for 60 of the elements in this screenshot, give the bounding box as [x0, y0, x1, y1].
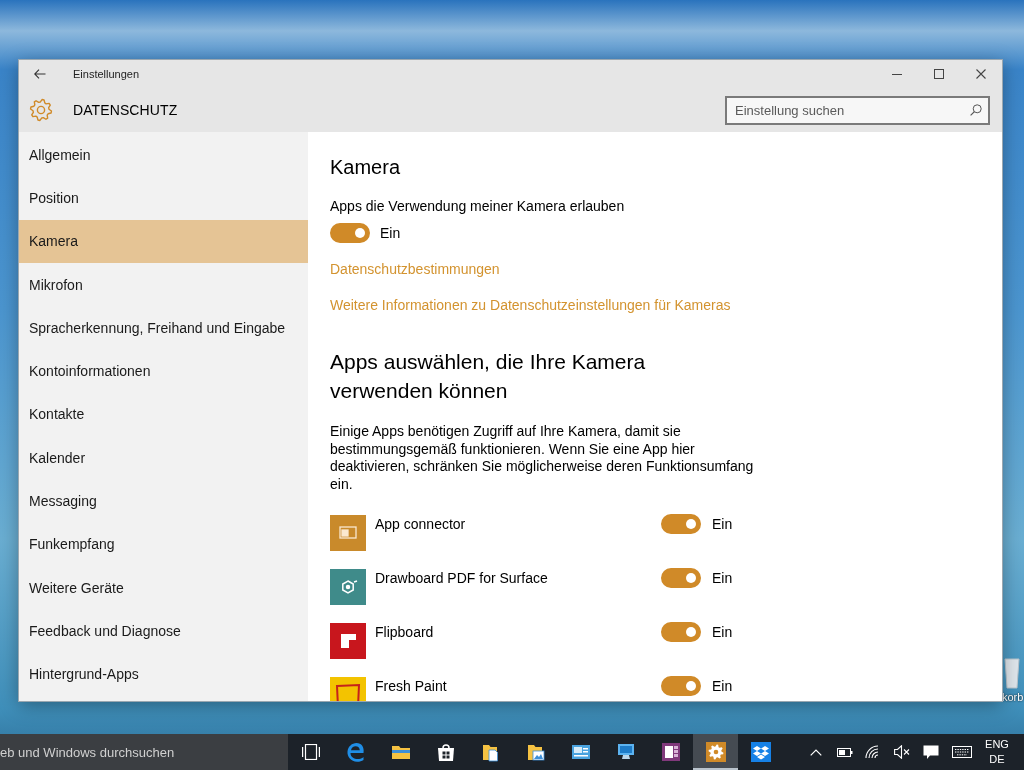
close-icon	[976, 69, 986, 79]
folder-picture-icon	[525, 742, 546, 762]
maximize-icon	[934, 69, 944, 79]
sidebar-item[interactable]: Allgemein	[19, 133, 308, 177]
setting-label: Apps die Verwendung meiner Kamera erlauben	[330, 197, 625, 216]
toggle-switch[interactable]	[661, 621, 701, 642]
app-name: Fresh Paint	[375, 676, 447, 696]
wifi-icon	[865, 745, 881, 759]
sidebar-item[interactable]: Hintergrund-Apps	[19, 652, 308, 696]
toggle-state-label: Ein	[380, 224, 401, 243]
toggle-state-label: Ein	[712, 514, 733, 534]
section-title: DATENSCHUTZ	[73, 102, 178, 118]
sidebar-item[interactable]: Kamera	[19, 219, 308, 263]
taskbar-search-field[interactable]: eb und Windows durchsuchen	[0, 734, 288, 770]
minimize-icon	[892, 73, 902, 75]
search-icon[interactable]	[970, 103, 982, 116]
toggle-switch[interactable]	[661, 567, 701, 588]
section-heading: Apps auswählen, die Ihre Kamera verwenden können	[330, 349, 647, 404]
sidebar-item[interactable]: Weitere Geräte	[19, 565, 308, 610]
muted-speaker-icon	[893, 745, 910, 759]
toggle-switch[interactable]	[661, 513, 701, 534]
keyboard-icon	[951, 746, 972, 758]
gear-icon	[705, 742, 726, 762]
app-name: Drawboard PDF for Surface	[375, 568, 548, 588]
toggle-state-label: Ein	[712, 676, 733, 696]
toggle-state-label: Ein	[712, 622, 733, 642]
folder-document-icon	[480, 742, 501, 762]
sidebar-item[interactable]: Messaging	[19, 479, 308, 523]
sidebar-item[interactable]: Kalender	[19, 436, 308, 480]
app-name: App connector	[375, 514, 466, 534]
window-title: Einstellungen	[73, 68, 140, 80]
box-logo-icon	[750, 742, 771, 762]
sidebar-item[interactable]: Position	[19, 176, 308, 220]
gear-icon	[29, 98, 53, 122]
shopping-bag-icon	[435, 742, 456, 762]
sidebar-item[interactable]: Funkempfang	[19, 522, 308, 566]
app-name: Flipboard	[375, 622, 434, 642]
taskbar-app-button[interactable]	[693, 734, 738, 770]
toggle-switch[interactable]	[330, 223, 370, 243]
toggle-state-label: Ein	[712, 568, 733, 588]
chevron-up-icon	[810, 748, 822, 756]
description-text: Einige Apps benötigen Zugriff auf Ihre Kamera, damit sie bestimmungsgemäß funktionieren. Wenn Sie eine App hier deaktivieren, schränken Sie möglicherweise deren Funktionsumfang ein.	[330, 423, 755, 494]
toggle-switch[interactable]	[661, 675, 701, 696]
sidebar-item[interactable]: Kontakte	[19, 392, 308, 437]
search-field[interactable]: Einstellung suchen	[725, 95, 990, 125]
sidebar-item[interactable]: Kontoinformationen	[19, 349, 308, 393]
sidebar-item[interactable]: Feedback und Diagnose	[19, 609, 308, 653]
input-language-button[interactable]: ENG DE	[977, 734, 1017, 770]
computer-icon	[615, 742, 636, 762]
picture-icon	[570, 742, 591, 762]
sidebar-item[interactable]: Spracherkennung, Freihand und Eingabe	[19, 306, 308, 350]
task-view-icon	[301, 744, 320, 760]
notification-icon	[923, 744, 939, 760]
back-arrow-icon	[34, 69, 46, 79]
notebook-icon	[660, 742, 681, 762]
battery-icon	[837, 747, 853, 757]
page-heading: Kamera	[330, 155, 401, 180]
e-logo-icon	[345, 742, 366, 762]
desktop-icon-label[interactable]: korb	[1002, 691, 1024, 703]
sidebar-item[interactable]: Mikrofon	[19, 262, 308, 307]
